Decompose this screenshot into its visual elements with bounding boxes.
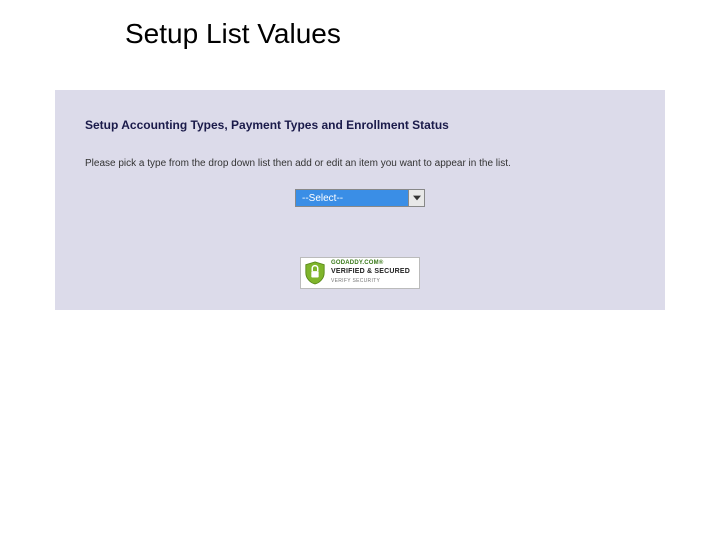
type-select-value: --Select-- [302,193,343,204]
shield-icon [304,261,326,285]
page-title: Setup List Values [0,0,720,50]
type-select[interactable]: --Select-- [295,189,425,207]
badge-main-text: VERIFIED & SECURED [331,268,410,275]
instruction-text: Please pick a type from the drop down li… [85,158,635,169]
setup-panel: Setup Accounting Types, Payment Types an… [55,90,665,310]
section-heading: Setup Accounting Types, Payment Types an… [85,118,635,132]
chevron-down-icon [408,190,424,206]
badge-sub-text: VERIFY SECURITY [331,278,380,284]
badge-row: GODADDY.COM® VERIFIED & SECURED VERIFY S… [85,257,635,289]
security-badge[interactable]: GODADDY.COM® VERIFIED & SECURED VERIFY S… [300,257,420,289]
select-row: --Select-- [85,189,635,207]
badge-top-text: GODADDY.COM® [331,260,384,266]
